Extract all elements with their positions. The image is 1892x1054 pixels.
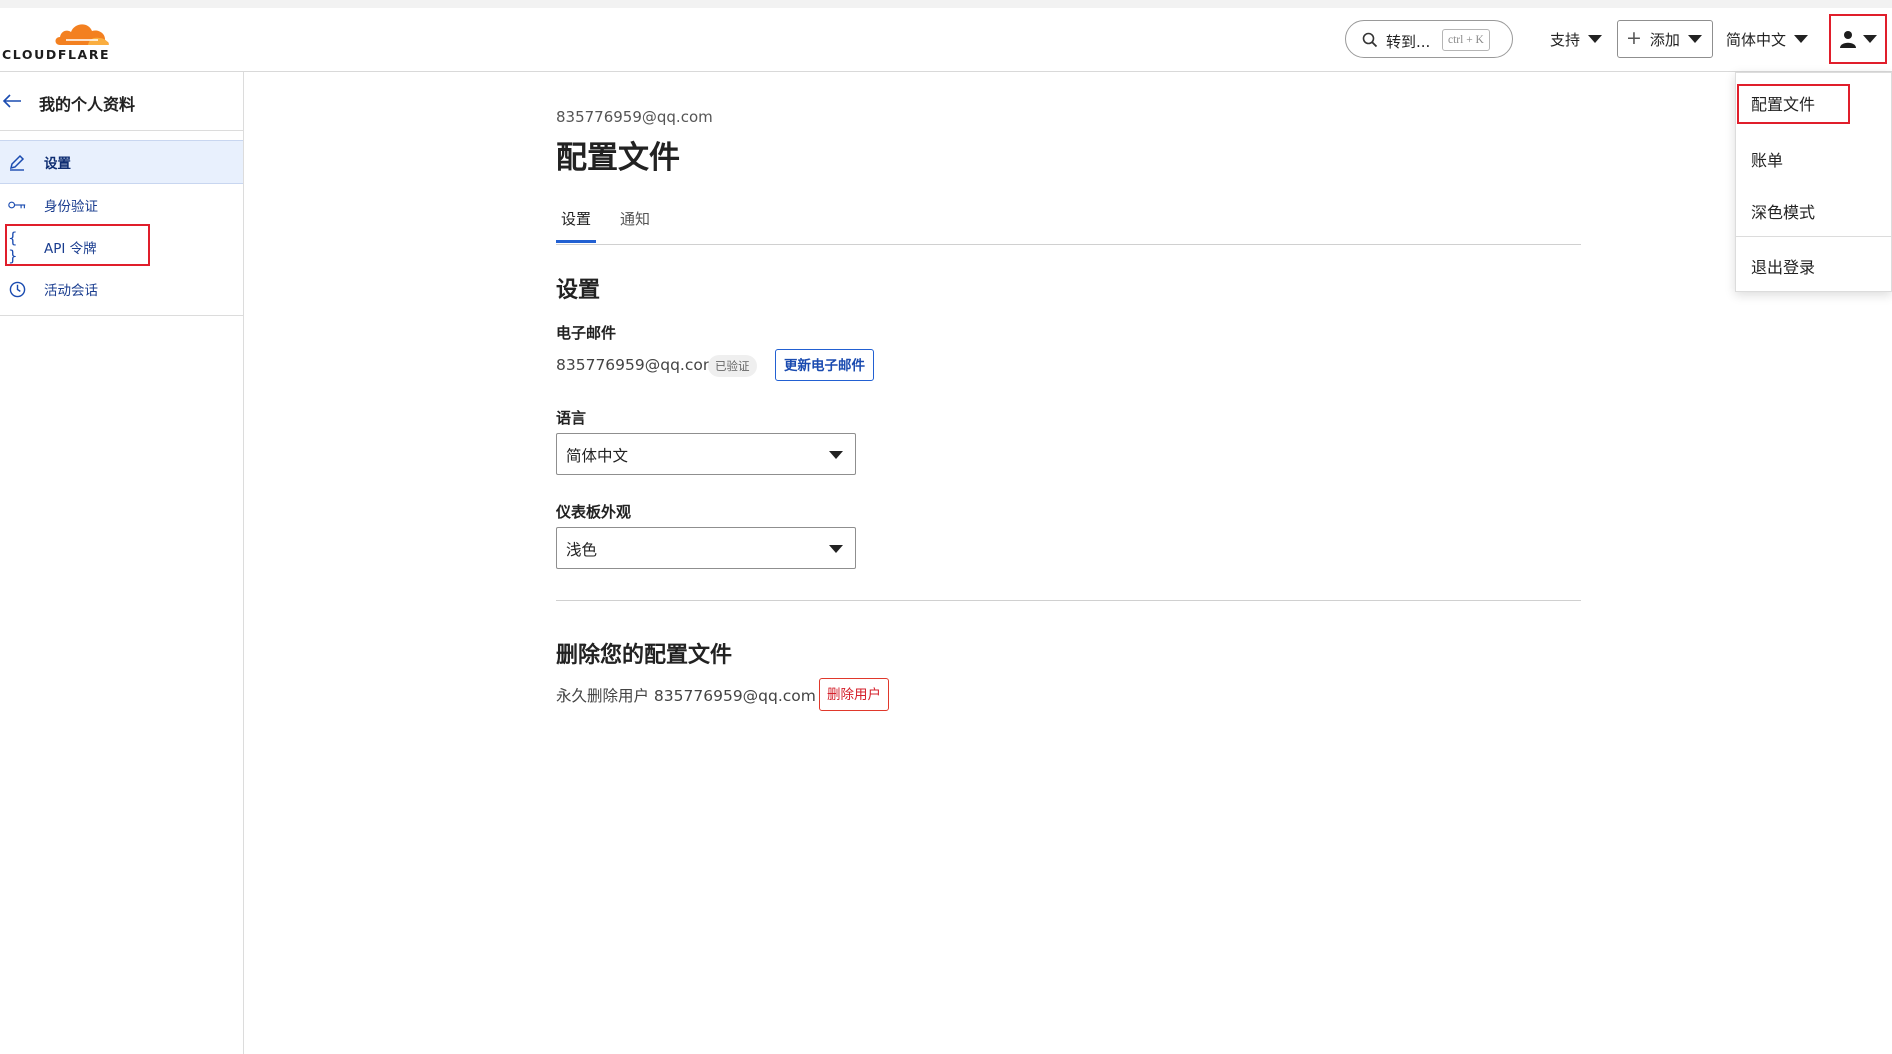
top-bar: CLOUDFLARE 转到... ctrl + K 支持 + 添加 简体中文 — [0, 8, 1892, 72]
profile-menu-highlight-box — [1737, 84, 1850, 124]
sidebar-item-label: 设置 — [44, 156, 71, 172]
menu-divider — [1736, 236, 1892, 237]
delete-profile-description: 永久删除用户 835776959@qq.com — [556, 687, 816, 705]
account-email: 835776959@qq.com — [556, 108, 713, 126]
add-label: 添加 — [1649, 30, 1680, 49]
delete-profile-title: 删除您的配置文件 — [556, 643, 733, 668]
back-arrow-icon[interactable] — [2, 93, 22, 109]
api-tokens-highlight-box — [5, 224, 150, 266]
appearance-select[interactable]: 浅色 — [556, 527, 856, 569]
language-menu-button[interactable]: 简体中文 — [1726, 20, 1809, 58]
support-menu-button[interactable]: 支持 — [1550, 20, 1603, 58]
profile-sidebar: 我的个人资料 设置 身份验证 { } API 令牌 活动会话 — [0, 72, 244, 1054]
appearance-field-label: 仪表板外观 — [556, 503, 632, 521]
verified-badge: 已验证 — [708, 355, 757, 377]
language-label: 简体中文 — [1726, 30, 1787, 49]
email-label: 电子邮件 — [556, 324, 617, 342]
plus-icon: + — [1626, 26, 1642, 49]
search-label: 转到... — [1386, 33, 1431, 51]
brand-wordmark: CLOUDFLARE — [2, 47, 111, 62]
sidebar-item-settings[interactable]: 设置 — [0, 140, 243, 184]
chevron-down-icon — [1588, 35, 1603, 43]
settings-section-title: 设置 — [556, 278, 601, 303]
user-menu-button[interactable] — [1829, 14, 1887, 64]
profile-tabs: 设置 通知 — [556, 198, 1581, 245]
cloud-logo-icon — [55, 24, 109, 45]
chevron-down-icon — [829, 545, 843, 553]
top-strip — [0, 0, 1892, 8]
update-email-button[interactable]: 更新电子邮件 — [775, 349, 874, 381]
search-icon — [1362, 32, 1378, 48]
tab-settings[interactable]: 设置 — [556, 208, 597, 243]
language-select[interactable]: 简体中文 — [556, 433, 856, 475]
menu-item-logout[interactable]: 退出登录 — [1751, 254, 1815, 278]
support-label: 支持 — [1550, 30, 1581, 49]
sidebar-item-active-sessions[interactable]: 活动会话 — [0, 268, 243, 310]
sidebar-item-label: 身份验证 — [44, 199, 98, 215]
key-icon — [8, 196, 26, 214]
sidebar-item-label: 活动会话 — [44, 283, 98, 299]
sidebar-item-authentication[interactable]: 身份验证 — [0, 184, 243, 226]
quick-search-button[interactable]: 转到... ctrl + K — [1345, 20, 1513, 58]
language-field-label: 语言 — [556, 409, 587, 427]
language-select-value: 简体中文 — [566, 447, 629, 465]
menu-item-billing[interactable]: 账单 — [1751, 147, 1783, 171]
sidebar-divider — [0, 315, 243, 316]
pencil-icon — [8, 153, 26, 171]
chevron-down-icon — [1794, 35, 1809, 43]
clock-icon — [8, 280, 26, 298]
search-shortcut: ctrl + K — [1442, 29, 1490, 51]
tab-notifications[interactable]: 通知 — [615, 208, 655, 239]
appearance-select-value: 浅色 — [566, 541, 598, 559]
add-menu-button[interactable]: + 添加 — [1617, 20, 1713, 58]
cloudflare-logo[interactable]: CLOUDFLARE — [2, 19, 112, 65]
delete-user-button[interactable]: 删除用户 — [819, 678, 889, 711]
chevron-down-icon — [829, 451, 843, 459]
user-icon — [1840, 31, 1856, 48]
page-title: 配置文件 — [556, 140, 680, 176]
sidebar-header: 我的个人资料 — [0, 72, 243, 131]
email-value: 835776959@qq.com — [556, 356, 718, 374]
section-divider — [556, 600, 1581, 601]
sidebar-title: 我的个人资料 — [39, 95, 136, 114]
menu-item-dark-mode[interactable]: 深色模式 — [1751, 199, 1815, 223]
chevron-down-icon — [1687, 35, 1702, 43]
chevron-down-icon — [1863, 35, 1877, 43]
